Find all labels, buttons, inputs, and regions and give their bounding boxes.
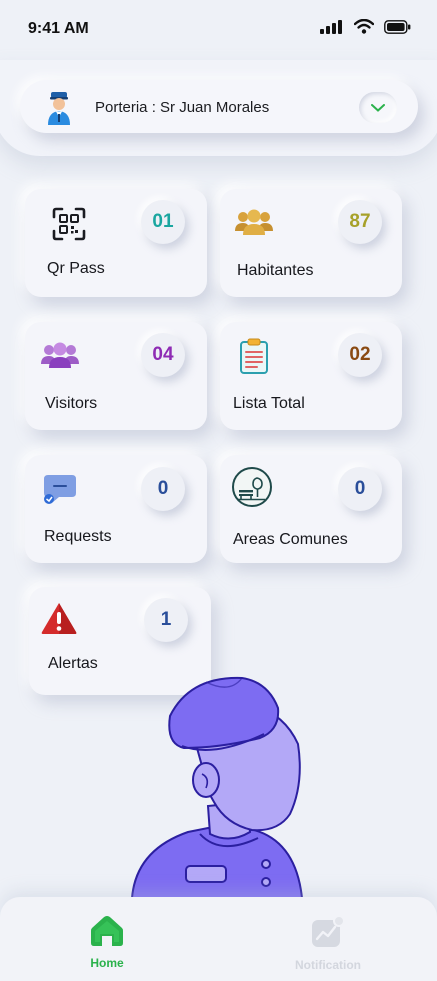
requests-label: Requests [44, 528, 112, 545]
habitantes-count: 87 [338, 200, 382, 244]
battery-icon [384, 19, 411, 34]
qr-pass-label: Qr Pass [47, 260, 105, 277]
clipboard-icon [240, 338, 268, 374]
visitors-group-icon [41, 342, 79, 368]
alertas-count: 1 [144, 598, 188, 642]
lista-total-label: Lista Total [233, 395, 305, 412]
areas-comunes-label: Areas Comunes [233, 531, 348, 548]
card-lista-total[interactable]: 02 Lista Total [220, 322, 402, 430]
card-visitors[interactable]: 04 Visitors [25, 322, 207, 430]
chat-bubble-icon [44, 475, 76, 504]
areas-comunes-count: 0 [338, 467, 382, 511]
card-habitantes[interactable]: 87 Habitantes [220, 189, 402, 297]
chevron-down-icon [371, 103, 385, 112]
status-time: 9:41 AM [28, 20, 89, 37]
profile-label: Porteria : Sr Juan Morales [95, 99, 270, 116]
visitors-label: Visitors [45, 395, 98, 412]
card-qr-pass[interactable]: 01 Qr Pass [25, 189, 207, 297]
people-group-icon [235, 209, 273, 235]
home-icon [91, 916, 123, 946]
visitors-count: 04 [141, 333, 185, 377]
lista-total-count: 02 [338, 333, 382, 377]
bottom-navigation [0, 897, 437, 981]
nav-home-label: Home [90, 956, 124, 970]
qr-code-icon [52, 207, 86, 241]
profile-dropdown-button[interactable] [359, 92, 397, 123]
requests-count: 0 [141, 467, 185, 511]
nav-notification[interactable]: Notification [288, 915, 368, 972]
card-areas-comunes[interactable]: 0 Areas Comunes [220, 455, 402, 563]
nav-notification-label: Notification [295, 958, 361, 972]
wifi-icon [354, 19, 374, 34]
alertas-label: Alertas [48, 655, 98, 672]
status-bar: 9:41 AM [0, 0, 437, 58]
warning-triangle-icon [41, 603, 77, 634]
park-bench-icon [232, 467, 272, 507]
card-requests[interactable]: 0 Requests [25, 455, 207, 563]
signal-icon [320, 19, 342, 34]
guard-avatar-icon [48, 92, 70, 125]
notification-chart-icon [312, 915, 345, 947]
habitantes-label: Habitantes [237, 262, 314, 279]
nav-home[interactable]: Home [67, 915, 147, 970]
guard-illustration [130, 676, 304, 898]
status-icons [320, 19, 411, 34]
qr-pass-count: 01 [141, 200, 185, 244]
